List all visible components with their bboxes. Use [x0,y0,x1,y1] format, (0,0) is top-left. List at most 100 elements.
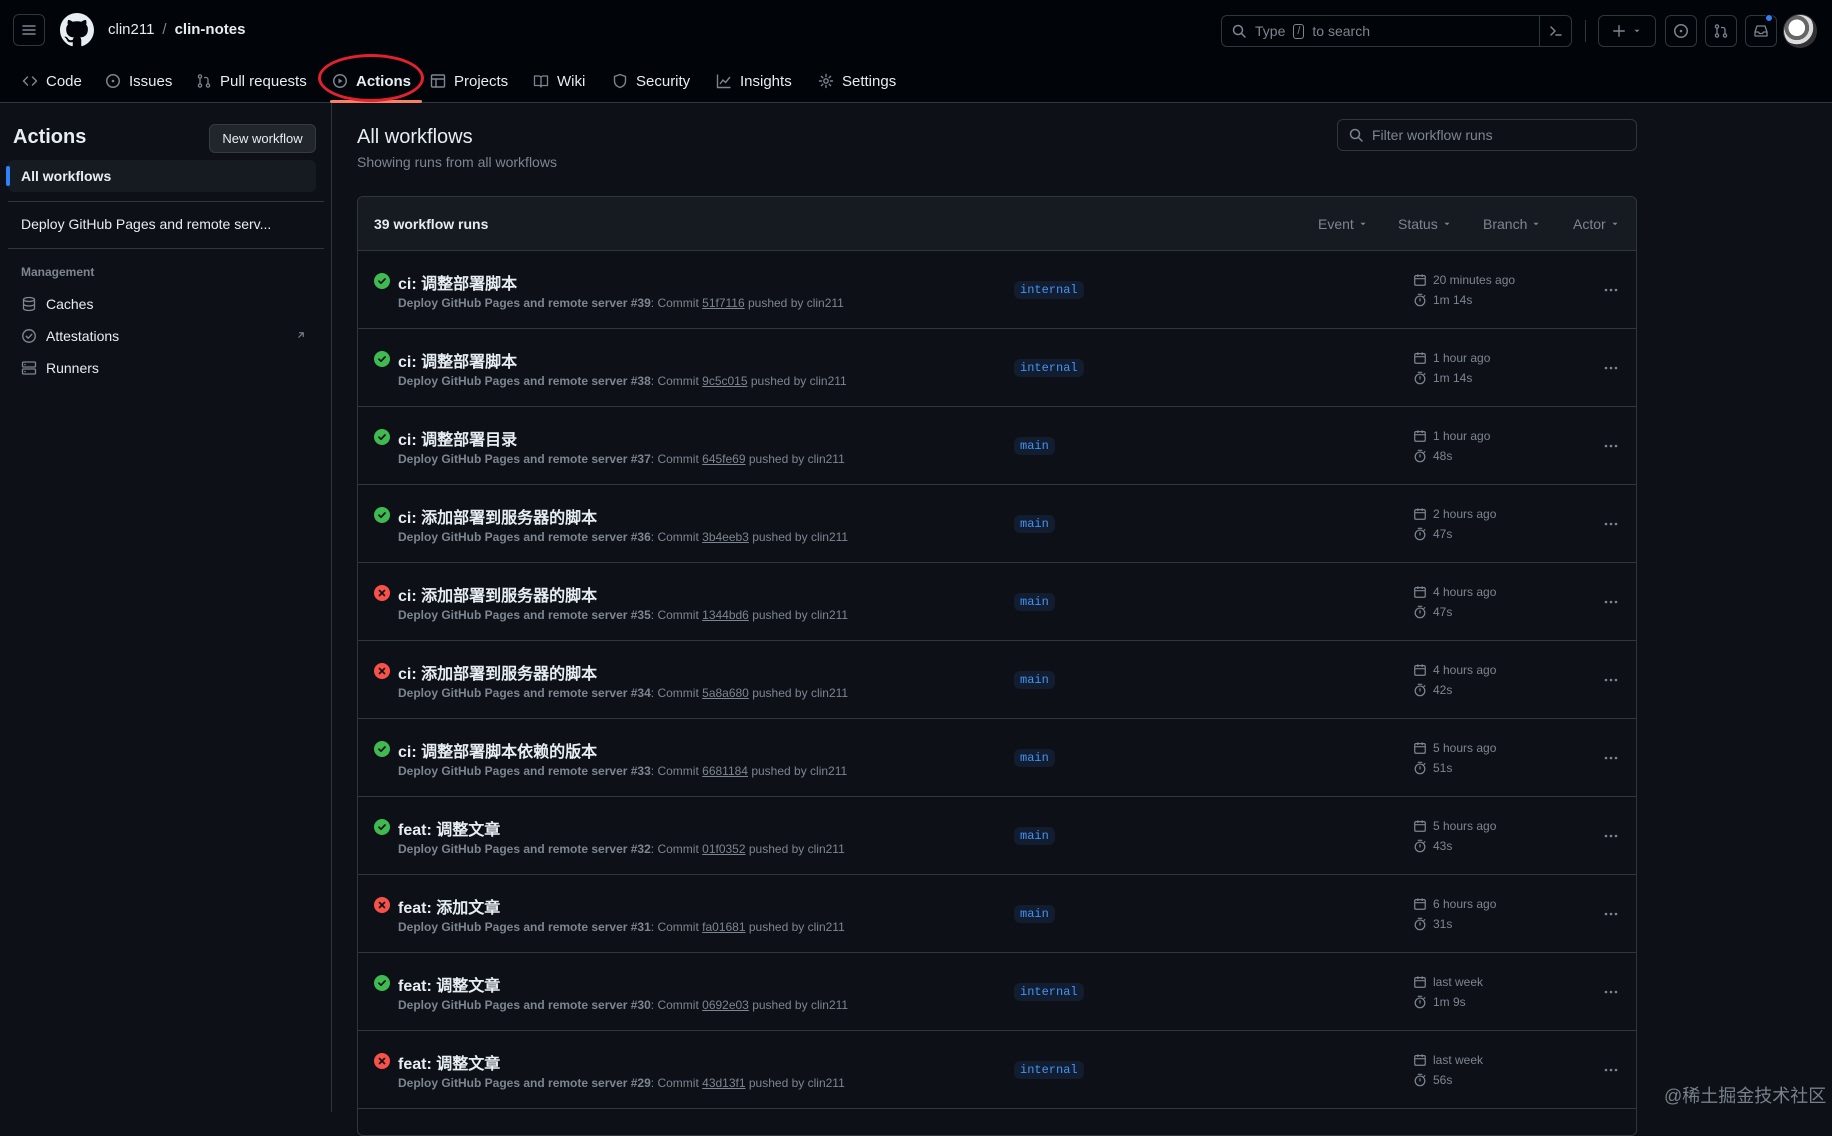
commit-sha-link[interactable]: 5a8a680 [702,686,749,700]
run-actor[interactable]: clin211 [811,998,848,1012]
run-actor[interactable]: clin211 [810,374,847,388]
run-title[interactable]: feat: 调整文章 [398,1050,500,1074]
commit-sha-link[interactable]: 01f0352 [702,842,745,856]
github-logo-icon[interactable] [60,13,94,47]
workflow-run-row[interactable]: ci: 调整部署脚本依赖的版本 Deploy GitHub Pages and … [358,719,1636,797]
commit-sha-link[interactable]: 43d13f1 [702,1076,745,1090]
workflow-run-row[interactable]: ci: 调整部署脚本 Deploy GitHub Pages and remot… [358,251,1636,329]
branch-badge[interactable]: internal [1014,359,1084,377]
run-options-button[interactable] [1597,590,1625,614]
tab-settings[interactable]: Settings [812,66,902,96]
run-options-button[interactable] [1597,980,1625,1004]
run-title[interactable]: ci: 添加部署到服务器的脚本 [398,582,597,606]
filter-workflow-runs-input[interactable]: Filter workflow runs [1337,119,1637,151]
workflow-run-row[interactable]: ci: 添加部署到服务器的脚本 Deploy GitHub Pages and … [358,641,1636,719]
issues-button[interactable] [1665,15,1697,47]
run-actor[interactable]: clin211 [808,1076,845,1090]
tab-label: Wiki [557,72,586,90]
user-avatar[interactable] [1783,14,1817,48]
sidebar-item-workflow[interactable]: Deploy GitHub Pages and remote serv... [8,208,316,240]
workflow-run-row[interactable]: feat: 调整文章 Deploy GitHub Pages and remot… [358,953,1636,1031]
run-options-button[interactable] [1597,668,1625,692]
branch-badge[interactable]: main [1014,905,1055,923]
inbox-button[interactable] [1745,14,1777,47]
branch-badge[interactable]: main [1014,593,1055,611]
tab-security[interactable]: Security [606,66,696,96]
tab-label: Code [46,72,82,90]
commit-sha-link[interactable]: 645fe69 [702,452,745,466]
run-actor[interactable]: clin211 [811,686,848,700]
run-title[interactable]: ci: 调整部署脚本 [398,270,517,294]
run-actor[interactable]: clin211 [807,296,844,310]
workflow-run-row[interactable]: feat: 调整文章 Deploy GitHub Pages and remot… [358,1031,1636,1109]
branch-filter-dropdown[interactable]: Branch [1483,216,1541,232]
run-options-button[interactable] [1597,824,1625,848]
sidebar-item-attestations[interactable]: Attestations [21,324,311,348]
tab-pull-requests[interactable]: Pull requests [190,66,313,96]
branch-badge[interactable]: main [1014,749,1055,767]
commit-sha-link[interactable]: 51f7116 [702,296,745,310]
run-title[interactable]: ci: 添加部署到服务器的脚本 [398,504,597,528]
branch-badge[interactable]: main [1014,437,1055,455]
new-workflow-button[interactable]: New workflow [209,124,316,153]
workflow-run-row[interactable]: ci: 调整部署目录 Deploy GitHub Pages and remot… [358,407,1636,485]
status-filter-dropdown[interactable]: Status [1398,216,1452,232]
branch-badge[interactable]: main [1014,671,1055,689]
branch-badge[interactable]: internal [1014,281,1084,299]
run-options-button[interactable] [1597,356,1625,380]
menu-button[interactable] [13,14,45,46]
branch-badge[interactable]: main [1014,515,1055,533]
branch-badge[interactable]: main [1014,827,1055,845]
commit-sha-link[interactable]: 6681184 [702,764,748,778]
workflow-run-row[interactable]: feat: 添加文章 Deploy GitHub Pages and remot… [358,875,1636,953]
pull-requests-button[interactable] [1705,15,1737,47]
calendar-icon [1414,898,1426,910]
run-actor[interactable]: clin211 [808,920,845,934]
repo-owner-link[interactable]: clin211 [108,21,154,38]
run-title[interactable]: ci: 添加部署到服务器的脚本 [398,660,597,684]
tab-insights[interactable]: Insights [710,66,798,96]
commit-sha-link[interactable]: fa01681 [702,920,745,934]
tab-projects[interactable]: Projects [424,66,514,96]
run-title[interactable]: ci: 调整部署目录 [398,426,517,450]
repo-name-link[interactable]: clin-notes [175,21,246,38]
run-options-button[interactable] [1597,434,1625,458]
run-title[interactable]: ci: 调整部署脚本依赖的版本 [398,738,597,762]
event-filter-dropdown[interactable]: Event [1318,216,1368,232]
run-options-button[interactable] [1597,902,1625,926]
commit-sha-link[interactable]: 9c5c015 [702,374,747,388]
sidebar-item-caches[interactable]: Caches [21,292,311,316]
commit-sha-link[interactable]: 0692e03 [702,998,749,1012]
run-options-button[interactable] [1597,746,1625,770]
run-timestamp: 5 hours ago [1413,819,1496,833]
workflow-run-row[interactable]: feat: 调整文章 Deploy GitHub Pages and remot… [358,797,1636,875]
workflow-run-row[interactable]: ci: 调整部署脚本 Deploy GitHub Pages and remot… [358,329,1636,407]
commit-sha-link[interactable]: 1344bd6 [702,608,749,622]
run-actor[interactable]: clin211 [811,608,848,622]
run-title[interactable]: ci: 调整部署脚本 [398,348,517,372]
tab-wiki[interactable]: Wiki [527,66,591,96]
run-actor[interactable]: clin211 [808,842,845,856]
create-new-button[interactable] [1598,15,1656,47]
tab-issues[interactable]: Issues [99,66,178,96]
run-title[interactable]: feat: 添加文章 [398,894,500,918]
sidebar-item-all-workflows[interactable]: All workflows [6,160,316,192]
sidebar-item-runners[interactable]: Runners [21,356,311,380]
run-actor[interactable]: clin211 [811,530,848,544]
branch-badge[interactable]: internal [1014,1061,1084,1079]
run-title[interactable]: feat: 调整文章 [398,972,500,996]
global-search-input[interactable]: Type / to search [1221,15,1572,47]
tab-code[interactable]: Code [16,66,88,96]
run-options-button[interactable] [1597,278,1625,302]
actor-filter-dropdown[interactable]: Actor [1573,216,1620,232]
workflow-run-row[interactable]: ci: 添加部署到服务器的脚本 Deploy GitHub Pages and … [358,563,1636,641]
branch-badge[interactable]: internal [1014,983,1084,1001]
run-options-button[interactable] [1597,512,1625,536]
command-palette-button[interactable] [1539,16,1571,46]
workflow-run-row[interactable]: ci: 添加部署到服务器的脚本 Deploy GitHub Pages and … [358,485,1636,563]
commit-sha-link[interactable]: 3b4eeb3 [702,530,749,544]
run-options-button[interactable] [1597,1058,1625,1082]
run-actor[interactable]: clin211 [810,764,847,778]
run-title[interactable]: feat: 调整文章 [398,816,500,840]
run-actor[interactable]: clin211 [808,452,845,466]
